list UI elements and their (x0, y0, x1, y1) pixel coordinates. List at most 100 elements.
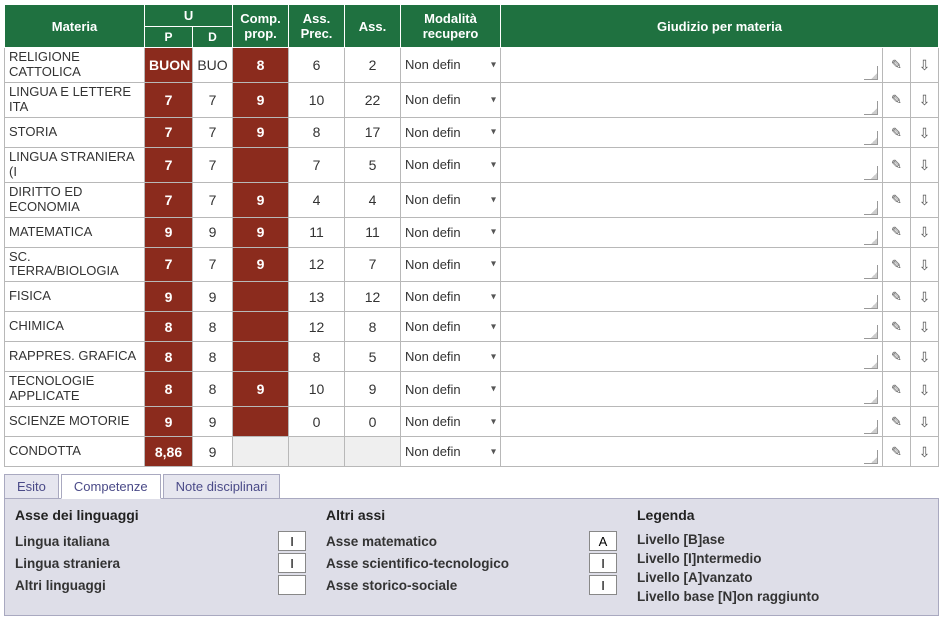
p-cell[interactable]: 7 (145, 182, 193, 217)
note-icon[interactable] (864, 131, 878, 145)
edit-icon[interactable] (888, 349, 904, 365)
down-icon[interactable] (916, 92, 932, 108)
d-cell[interactable]: 9 (193, 407, 233, 437)
down-icon[interactable] (916, 349, 932, 365)
modalita-select[interactable]: Non defin (401, 82, 501, 117)
giudizio-cell[interactable] (501, 437, 883, 467)
giudizio-cell[interactable] (501, 182, 883, 217)
edit-icon[interactable] (888, 289, 904, 305)
down-icon[interactable] (916, 125, 932, 141)
giudizio-cell[interactable] (501, 147, 883, 182)
d-cell[interactable]: 9 (193, 282, 233, 312)
giudizio-cell[interactable] (501, 117, 883, 147)
modalita-select[interactable]: Non defin (401, 282, 501, 312)
competenza-input[interactable] (589, 575, 617, 595)
edit-icon[interactable] (888, 57, 904, 73)
note-icon[interactable] (864, 390, 878, 404)
giudizio-cell[interactable] (501, 282, 883, 312)
down-icon[interactable] (916, 257, 932, 273)
tab-note-disciplinari[interactable]: Note disciplinari (163, 474, 281, 499)
d-cell[interactable]: 7 (193, 147, 233, 182)
note-icon[interactable] (864, 355, 878, 369)
edit-icon[interactable] (888, 444, 904, 460)
p-cell[interactable]: 7 (145, 247, 193, 282)
note-icon[interactable] (864, 66, 878, 80)
competenza-input[interactable] (589, 553, 617, 573)
comp-cell[interactable]: 9 (233, 247, 289, 282)
down-icon[interactable] (916, 382, 932, 398)
tab-competenze[interactable]: Competenze (61, 474, 161, 499)
note-icon[interactable] (864, 166, 878, 180)
p-cell[interactable]: 7 (145, 117, 193, 147)
down-icon[interactable] (916, 157, 932, 173)
note-icon[interactable] (864, 420, 878, 434)
comp-cell[interactable]: 9 (233, 372, 289, 407)
modalita-select[interactable]: Non defin (401, 48, 501, 83)
down-icon[interactable] (916, 224, 932, 240)
d-cell[interactable]: BUO (193, 48, 233, 83)
p-cell[interactable]: 7 (145, 82, 193, 117)
down-icon[interactable] (916, 289, 932, 305)
edit-icon[interactable] (888, 92, 904, 108)
giudizio-cell[interactable] (501, 247, 883, 282)
comp-cell[interactable]: 9 (233, 217, 289, 247)
down-icon[interactable] (916, 57, 932, 73)
p-cell[interactable]: 8 (145, 312, 193, 342)
p-cell[interactable]: 9 (145, 407, 193, 437)
note-icon[interactable] (864, 295, 878, 309)
competenza-input[interactable] (589, 531, 617, 551)
p-cell[interactable]: 8,86 (145, 437, 193, 467)
d-cell[interactable]: 9 (193, 437, 233, 467)
d-cell[interactable]: 7 (193, 82, 233, 117)
d-cell[interactable]: 9 (193, 217, 233, 247)
comp-cell[interactable] (233, 407, 289, 437)
modalita-select[interactable]: Non defin (401, 312, 501, 342)
d-cell[interactable]: 7 (193, 247, 233, 282)
d-cell[interactable]: 8 (193, 372, 233, 407)
note-icon[interactable] (864, 325, 878, 339)
p-cell[interactable]: 9 (145, 282, 193, 312)
note-icon[interactable] (864, 450, 878, 464)
comp-cell[interactable]: 9 (233, 82, 289, 117)
giudizio-cell[interactable] (501, 372, 883, 407)
edit-icon[interactable] (888, 157, 904, 173)
comp-cell[interactable] (233, 437, 289, 467)
giudizio-cell[interactable] (501, 312, 883, 342)
edit-icon[interactable] (888, 382, 904, 398)
giudizio-cell[interactable] (501, 48, 883, 83)
comp-cell[interactable] (233, 312, 289, 342)
note-icon[interactable] (864, 101, 878, 115)
comp-cell[interactable]: 9 (233, 182, 289, 217)
modalita-select[interactable]: Non defin (401, 407, 501, 437)
comp-cell[interactable] (233, 342, 289, 372)
giudizio-cell[interactable] (501, 407, 883, 437)
modalita-select[interactable]: Non defin (401, 372, 501, 407)
modalita-select[interactable]: Non defin (401, 247, 501, 282)
competenza-input[interactable] (278, 575, 306, 595)
modalita-select[interactable]: Non defin (401, 117, 501, 147)
competenza-input[interactable] (278, 553, 306, 573)
note-icon[interactable] (864, 265, 878, 279)
giudizio-cell[interactable] (501, 342, 883, 372)
note-icon[interactable] (864, 201, 878, 215)
p-cell[interactable]: 9 (145, 217, 193, 247)
edit-icon[interactable] (888, 224, 904, 240)
competenza-input[interactable] (278, 531, 306, 551)
down-icon[interactable] (916, 444, 932, 460)
comp-cell[interactable] (233, 282, 289, 312)
comp-cell[interactable] (233, 147, 289, 182)
d-cell[interactable]: 8 (193, 312, 233, 342)
modalita-select[interactable]: Non defin (401, 147, 501, 182)
edit-icon[interactable] (888, 319, 904, 335)
comp-cell[interactable]: 9 (233, 117, 289, 147)
edit-icon[interactable] (888, 257, 904, 273)
p-cell[interactable]: 7 (145, 147, 193, 182)
edit-icon[interactable] (888, 125, 904, 141)
tab-esito[interactable]: Esito (4, 474, 59, 499)
modalita-select[interactable]: Non defin (401, 182, 501, 217)
modalita-select[interactable]: Non defin (401, 217, 501, 247)
d-cell[interactable]: 7 (193, 182, 233, 217)
note-icon[interactable] (864, 231, 878, 245)
edit-icon[interactable] (888, 192, 904, 208)
down-icon[interactable] (916, 414, 932, 430)
